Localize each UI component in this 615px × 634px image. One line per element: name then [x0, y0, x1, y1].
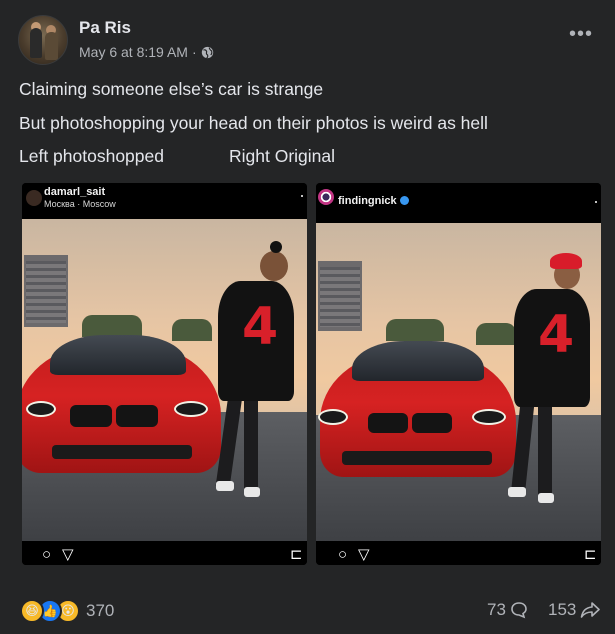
share-count-button[interactable]: 153: [548, 600, 601, 620]
reaction-count: 370: [86, 601, 115, 620]
comment-icon[interactable]: ○: [42, 547, 51, 563]
haha-icon: 😆: [20, 599, 44, 623]
author-avatar[interactable]: [18, 15, 68, 65]
comment-icon: [511, 602, 527, 619]
ig-username-right: findingnick: [338, 195, 409, 207]
globe-icon[interactable]: [201, 46, 214, 59]
post-meta: May 6 at 8:19 AM ·: [79, 44, 214, 60]
ig-header-left: damarl_sait Москва · Moscow: [22, 183, 307, 219]
comment-icon[interactable]: ○: [338, 547, 347, 563]
ig-username-left: damarl_sait: [44, 186, 106, 198]
ig-avatar-right: [318, 189, 334, 205]
share-icon: [581, 602, 601, 618]
comment-count: 73: [487, 600, 506, 619]
save-icon[interactable]: ⊏: [290, 547, 303, 563]
facebook-post: Pa Ris May 6 at 8:19 AM · ••• Claiming s…: [0, 0, 615, 634]
car-photo-right: 4: [316, 223, 601, 543]
ig-header-right: findingnick: [316, 183, 601, 219]
ig-avatar-left: [26, 190, 42, 206]
share-icon[interactable]: ▽: [62, 547, 74, 563]
post-timestamp[interactable]: May 6 at 8:19 AM: [79, 44, 188, 60]
comment-count-button[interactable]: 73: [487, 600, 528, 620]
ig-actions-left: ○ ▽ ⊏: [22, 541, 307, 565]
more-options-icon[interactable]: •••: [569, 24, 593, 44]
meta-separator: ·: [191, 44, 197, 60]
post-text-line-2: But photoshopping your head on their pho…: [19, 113, 488, 133]
car-photo-left: 4: [22, 219, 307, 541]
verified-badge-icon: [399, 196, 409, 205]
photo-right[interactable]: findingnick 4 ○ ▽ ⊏: [316, 183, 601, 565]
author-name[interactable]: Pa Ris: [79, 18, 131, 38]
ig-actions-right: ○ ▽ ⊏: [316, 541, 601, 565]
ig-location-left: Москва · Moscow: [44, 199, 116, 209]
caption-left: Left photoshopped: [19, 146, 164, 166]
share-icon[interactable]: ▽: [358, 547, 370, 563]
save-icon[interactable]: ⊏: [584, 547, 597, 563]
share-count: 153: [548, 600, 577, 619]
caption-right: Right Original: [229, 146, 336, 166]
reactions-summary[interactable]: 😆 👍 😮 370: [20, 598, 114, 624]
photo-left[interactable]: damarl_sait Москва · Moscow 4 ○ ▽ ⊏: [22, 183, 307, 565]
post-text-line-1: Claiming someone else’s car is strange: [19, 79, 324, 99]
